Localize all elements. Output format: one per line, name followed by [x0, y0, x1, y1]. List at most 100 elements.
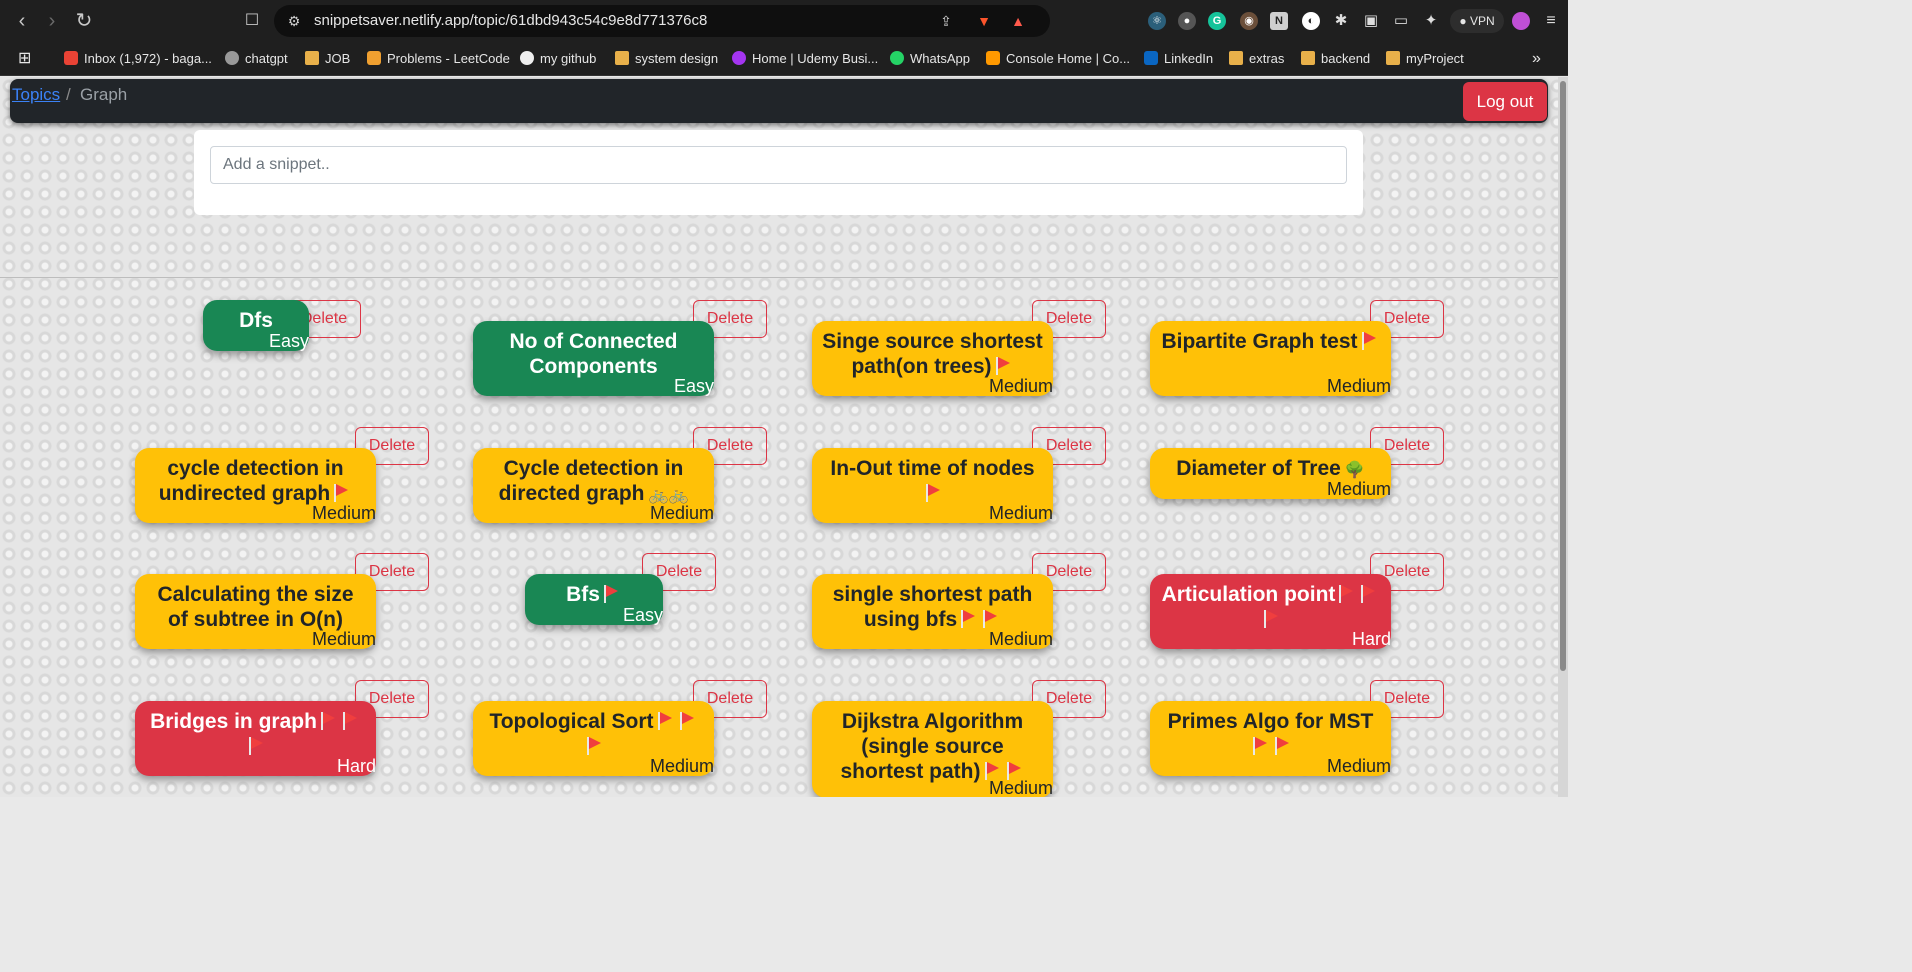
scrollbar-thumb[interactable]: [1560, 81, 1566, 671]
browser-toolbar: ‹ › ↻ ☐ ⚙ snippetsaver.netlify.app/topic…: [0, 0, 1568, 42]
snippet-title: Cycle detection in directed graph 🚲🚲: [473, 456, 714, 508]
snippet-title-text: Diameter of Tree: [1176, 457, 1341, 480]
wallet-icon[interactable]: ▭: [1392, 12, 1410, 30]
extension-face-icon[interactable]: ◉: [1240, 12, 1258, 30]
snippet-card[interactable]: Articulation point Hard: [1150, 574, 1391, 649]
difficulty-label: Hard: [336, 756, 376, 776]
back-icon[interactable]: ‹: [10, 9, 34, 33]
reload-icon[interactable]: ↻: [72, 9, 96, 33]
bookmark-gmail[interactable]: Inbox (1,972) - baga...: [64, 50, 212, 68]
snippet-title-text: Bfs: [566, 583, 600, 606]
snippet-card[interactable]: Calculating the size of subtree in O(n) M…: [135, 574, 376, 649]
vpn-button[interactable]: ● VPN: [1450, 9, 1504, 33]
snippet-title: Bfs: [525, 582, 663, 607]
brave-shield-icon[interactable]: ▼: [974, 11, 994, 31]
snippet-card[interactable]: Bridges in graph Hard: [135, 701, 376, 776]
extension-circle-icon[interactable]: ◐: [1302, 12, 1320, 30]
snippet-card[interactable]: Dijkstra Algorithm (single source shorte…: [812, 701, 1053, 797]
breadcrumb-separator: /: [66, 85, 71, 104]
bookmark-system-design[interactable]: system design: [615, 50, 718, 68]
difficulty-label: Medium: [649, 756, 714, 776]
share-icon[interactable]: ⇪: [936, 11, 956, 31]
bookmark-job[interactable]: JOB: [305, 50, 350, 68]
page-content: Topics / Graph Log out DeleteDfsEasyDele…: [0, 77, 1568, 797]
difficulty-label: Easy: [268, 331, 309, 351]
red-flag-icon: [961, 610, 976, 628]
snippet-title-text: cycle detection in undirected graph: [158, 457, 344, 505]
difficulty-label: Medium: [311, 503, 376, 523]
bookmarks-bar: ⊞ Inbox (1,972) - baga... chatgpt JOB Pr…: [0, 42, 1568, 76]
breadcrumb-topics-link[interactable]: Topics: [12, 85, 60, 105]
snippet-card[interactable]: Dfs Easy: [203, 300, 309, 351]
snippet-title: Primes Algo for MST: [1150, 709, 1391, 759]
url-text[interactable]: snippetsaver.netlify.app/topic/61dbd943c…: [314, 12, 707, 29]
red-flag-icon: [657, 712, 672, 730]
snippet-card[interactable]: cycle detection in undirected graph Mediu…: [135, 448, 376, 523]
brave-rewards-icon[interactable]: ▲: [1008, 11, 1028, 31]
page-scrollbar[interactable]: [1558, 77, 1568, 797]
site-info-icon[interactable]: ⚙: [284, 11, 304, 31]
red-flag-icon: [1263, 610, 1278, 628]
difficulty-label: Medium: [988, 778, 1053, 797]
red-flag-icon: [1339, 585, 1354, 603]
red-flag-icon: [1252, 737, 1267, 755]
leo-ai-icon[interactable]: ✦: [1422, 12, 1440, 30]
extension-square-icon[interactable]: N: [1270, 12, 1288, 30]
react-devtools-icon[interactable]: ⚛: [1148, 12, 1166, 30]
grammarly-icon[interactable]: G: [1208, 12, 1226, 30]
snippet-card[interactable]: Bfs Easy: [525, 574, 663, 625]
snippet-card[interactable]: No of Connected Components Easy: [473, 321, 714, 396]
aws-icon: [986, 51, 1000, 65]
bookmark-aws-console[interactable]: Console Home | Co...: [986, 50, 1130, 68]
profile-avatar-icon[interactable]: [1512, 12, 1530, 30]
bookmark-backend[interactable]: backend: [1301, 50, 1370, 68]
bookmark-udemy[interactable]: Home | Udemy Busi...: [732, 50, 878, 68]
snippet-title-text: Primes Algo for MST: [1167, 710, 1374, 733]
snippet-card[interactable]: In-Out time of nodes Medium: [812, 448, 1053, 523]
bookmark-myproject[interactable]: myProject: [1386, 50, 1464, 68]
bookmark-extras[interactable]: extras: [1229, 50, 1284, 68]
red-flag-icon: [342, 712, 357, 730]
snippet-card[interactable]: Primes Algo for MST Medium: [1150, 701, 1391, 776]
snippet-card[interactable]: Singe source shortest path(on trees) Medi…: [812, 321, 1053, 396]
forward-icon[interactable]: ›: [40, 9, 64, 33]
bookmark-star-icon[interactable]: ☐: [240, 9, 264, 33]
bookmark-label: Problems - LeetCode: [387, 51, 510, 66]
snippet-emoji: 🌳: [1344, 462, 1365, 479]
bookmark-label: myProject: [1406, 51, 1464, 66]
extensions-puzzle-icon[interactable]: ✱: [1332, 12, 1350, 30]
folder-icon: [305, 51, 319, 65]
apps-grid-icon[interactable]: ⊞: [18, 50, 31, 68]
divider: [0, 277, 1568, 278]
bookmark-chatgpt[interactable]: chatgpt: [225, 50, 288, 68]
bookmark-label: LinkedIn: [1164, 51, 1214, 66]
red-flag-icon: [334, 484, 349, 502]
more-bookmarks-icon[interactable]: »: [1532, 50, 1541, 68]
bookmark-leetcode[interactable]: Problems - LeetCode: [367, 50, 510, 68]
snippet-card[interactable]: Bipartite Graph test Medium: [1150, 321, 1391, 396]
difficulty-label: Medium: [311, 629, 376, 649]
snippet-card[interactable]: Topological Sort Medium: [473, 701, 714, 776]
snippet-card[interactable]: single shortest path using bfs Medium: [812, 574, 1053, 649]
difficulty-label: Medium: [988, 503, 1053, 523]
add-snippet-card: [194, 130, 1363, 215]
logout-button[interactable]: Log out: [1463, 82, 1547, 121]
difficulty-label: Medium: [988, 629, 1053, 649]
add-snippet-input[interactable]: [210, 146, 1347, 184]
extension-icon[interactable]: ●: [1178, 12, 1196, 30]
red-flag-icon: [586, 737, 601, 755]
red-flag-icon: [679, 712, 694, 730]
bookmark-github[interactable]: my github: [520, 50, 596, 68]
red-flag-icon: [1361, 332, 1376, 350]
bookmark-linkedin[interactable]: LinkedIn: [1144, 50, 1213, 68]
leetcode-icon: [367, 51, 381, 65]
difficulty-label: Medium: [988, 376, 1053, 396]
address-bar[interactable]: ⚙ snippetsaver.netlify.app/topic/61dbd94…: [274, 5, 1050, 37]
snippet-card[interactable]: Cycle detection in directed graph 🚲🚲 Mediu…: [473, 448, 714, 523]
menu-icon[interactable]: ≡: [1542, 12, 1560, 30]
top-navbar: Topics / Graph Log out: [10, 79, 1548, 123]
bookmark-whatsapp[interactable]: WhatsApp: [890, 50, 970, 68]
snippet-card[interactable]: Diameter of Tree 🌳 Medium: [1150, 448, 1391, 499]
snippet-title-text: Bipartite Graph test: [1161, 330, 1358, 353]
sidebar-icon[interactable]: ▣: [1362, 12, 1380, 30]
